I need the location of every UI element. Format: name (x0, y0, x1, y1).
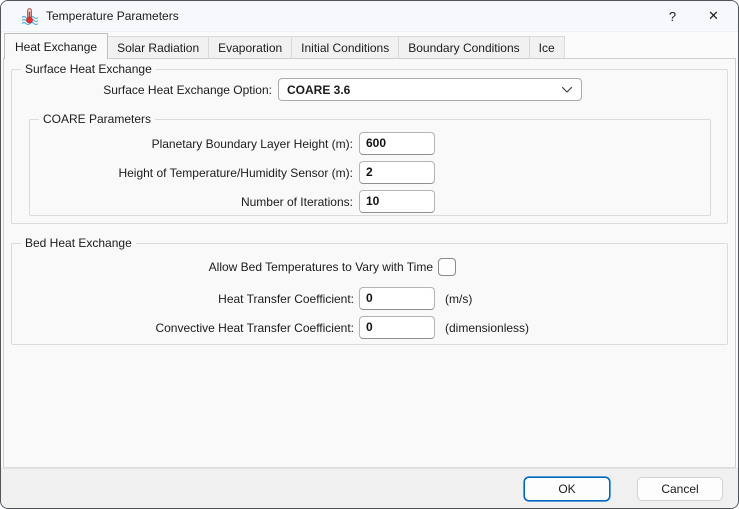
heat-transfer-coefficient-unit: (m/s) (445, 292, 472, 306)
convective-coefficient-input[interactable] (359, 316, 435, 339)
temperature-parameters-dialog: Temperature Parameters ? ✕ Heat Exchange… (0, 0, 739, 509)
heat-transfer-coefficient-row: Heat Transfer Coefficient: (m/s) (12, 287, 727, 310)
sensor-height-row: Height of Temperature/Humidity Sensor (m… (30, 161, 710, 184)
chevron-down-icon (561, 86, 573, 94)
sensor-height-input[interactable] (359, 161, 435, 184)
cancel-button[interactable]: Cancel (637, 477, 723, 501)
heat-transfer-coefficient-label: Heat Transfer Coefficient: (12, 292, 354, 306)
surface-group-title: Surface Heat Exchange (21, 62, 156, 76)
iterations-row: Number of Iterations: (30, 190, 710, 213)
tab-ice[interactable]: Ice (529, 36, 565, 58)
bed-temps-vary-label: Allow Bed Temperatures to Vary with Time (12, 260, 433, 274)
tab-boundary-conditions[interactable]: Boundary Conditions (398, 36, 529, 58)
ok-button[interactable]: OK (524, 477, 610, 501)
title-bar: Temperature Parameters ? ✕ (1, 1, 738, 32)
window-title: Temperature Parameters (46, 9, 179, 23)
help-button[interactable]: ? (652, 1, 693, 31)
iterations-input[interactable] (359, 190, 435, 213)
sensor-height-label: Height of Temperature/Humidity Sensor (m… (30, 166, 353, 180)
tab-initial-conditions[interactable]: Initial Conditions (291, 36, 399, 58)
heat-exchange-tab-page: Surface Heat Exchange Surface Heat Excha… (3, 58, 736, 468)
surface-heat-exchange-option-dropdown[interactable]: COARE 3.6 (278, 78, 582, 101)
pbl-height-label: Planetary Boundary Layer Height (m): (30, 137, 353, 151)
titlebar-buttons: ? ✕ (652, 1, 738, 31)
pbl-height-input[interactable] (359, 132, 435, 155)
bed-group-title: Bed Heat Exchange (21, 236, 136, 250)
convective-coefficient-row: Convective Heat Transfer Coefficient: (d… (12, 316, 727, 339)
tab-evaporation[interactable]: Evaporation (208, 36, 292, 58)
dropdown-selected-value: COARE 3.6 (287, 83, 350, 97)
heat-transfer-coefficient-input[interactable] (359, 287, 435, 310)
surface-option-row: Surface Heat Exchange Option: COARE 3.6 (12, 78, 727, 101)
pbl-height-row: Planetary Boundary Layer Height (m): (30, 132, 710, 155)
bed-temps-vary-row: Allow Bed Temperatures to Vary with Time (12, 258, 727, 276)
bed-temps-vary-checkbox[interactable] (438, 258, 456, 276)
convective-coefficient-label: Convective Heat Transfer Coefficient: (12, 321, 354, 335)
tab-solar-radiation[interactable]: Solar Radiation (107, 36, 209, 58)
iterations-label: Number of Iterations: (30, 195, 353, 209)
thermometer-water-icon (21, 8, 38, 25)
tab-heat-exchange[interactable]: Heat Exchange (4, 33, 108, 59)
convective-coefficient-unit: (dimensionless) (445, 321, 529, 335)
close-button[interactable]: ✕ (693, 1, 734, 31)
tab-strip: Heat Exchange Solar Radiation Evaporatio… (1, 32, 738, 58)
dialog-footer: OK Cancel (1, 468, 738, 508)
coare-parameters-group: COARE Parameters Planetary Boundary Laye… (29, 119, 711, 216)
bed-heat-exchange-group: Bed Heat Exchange Allow Bed Temperatures… (11, 243, 728, 345)
surface-option-label: Surface Heat Exchange Option: (12, 83, 272, 97)
coare-group-title: COARE Parameters (39, 112, 155, 126)
surface-heat-exchange-group: Surface Heat Exchange Surface Heat Excha… (11, 69, 728, 224)
